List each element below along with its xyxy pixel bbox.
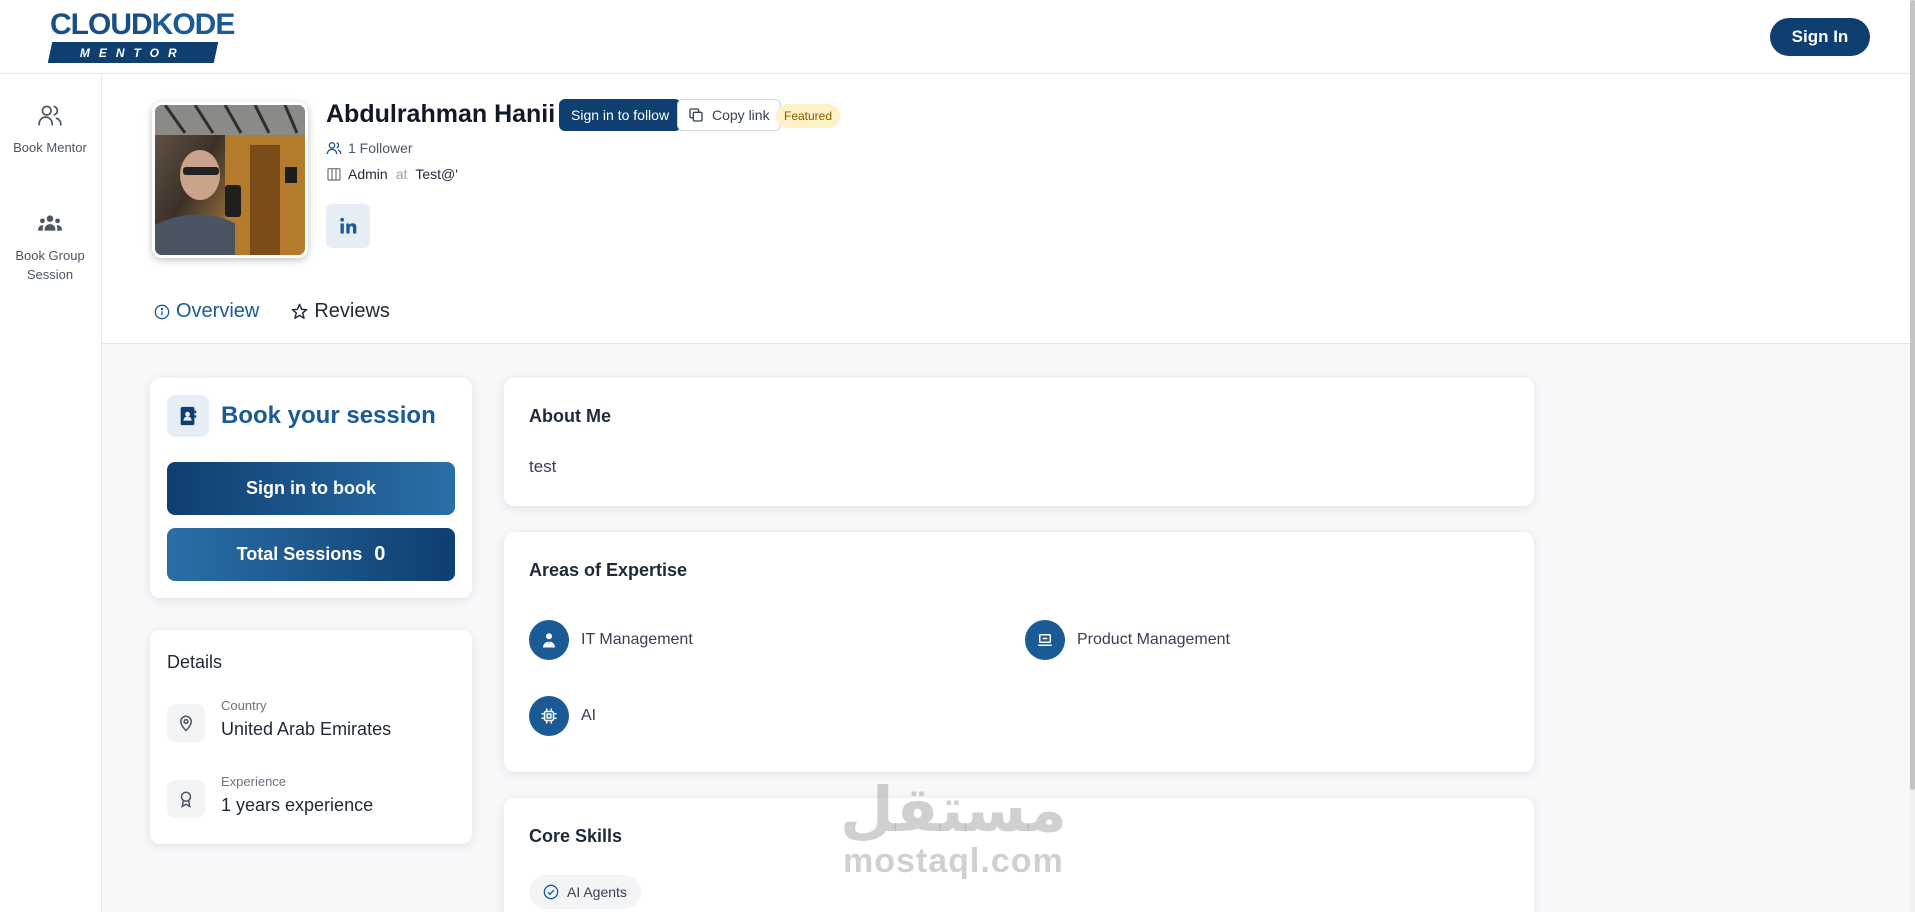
expertise-item: IT Management [529,620,693,660]
sign-in-to-book-button[interactable]: Sign in to book [167,462,455,515]
position-at: at [395,166,408,182]
position-company: Test@' [415,166,458,182]
linkedin-icon [340,217,357,234]
country-value: United Arab Emirates [221,719,392,739]
skill-label: AI Agents [567,884,627,900]
position-role: Admin [348,166,388,182]
info-icon [154,304,170,319]
experience-label: Experience [221,774,287,789]
tab-reviews-label: Reviews [314,300,390,322]
tab-overview-label: Overview [176,300,260,322]
expertise-item: Product Management [1025,620,1230,660]
skill-chip: AI Agents [529,875,641,909]
sidebar-item-book-group-session[interactable]: Book Group Session [0,210,100,284]
book-session-card: Book your session Sign in to book Total … [150,378,472,598]
copy-icon [689,108,703,122]
profile-tabs: Overview Reviews [154,300,390,323]
expertise-label: Product Management [1077,631,1230,648]
experience-row: Experience 1 years experience [167,774,373,818]
logo-sub-text: MENTOR [80,45,186,60]
sidebar-item-label: Book Mentor [13,140,87,155]
group-icon [38,215,62,231]
expertise-title: Areas of Expertise [529,560,688,580]
mostaql-watermark: مستقل mostaql.com [840,776,1067,881]
building-icon [327,168,341,181]
check-circle-icon [543,884,559,900]
copy-link-button[interactable]: Copy link [677,99,781,131]
followers-count: 1 Follower [348,140,413,156]
logo-accent-text: KODE [151,8,236,41]
users-icon [38,105,62,126]
linkedin-button[interactable] [326,204,370,248]
watermark-english: mostaql.com [843,842,1064,880]
position-row: Admin at Test@' [326,166,458,182]
expertise-item: AI [529,696,596,736]
sidebar: Book Mentor Book Group Session [0,74,102,912]
expertise-label: IT Management [581,631,693,648]
top-header: CLOUDKODE MENTOR Sign In [0,0,1910,74]
tab-overview[interactable]: Overview [154,300,259,323]
location-pin-icon [167,704,205,742]
total-sessions-label: Total Sessions [236,544,363,564]
core-skills-title: Core Skills [529,826,623,846]
about-me-title: About Me [529,406,611,426]
person-tie-icon [529,620,569,660]
logo-main-text: CLOUD [50,8,153,41]
details-card: Details Country United Arab Emirates Exp… [150,630,472,844]
sidebar-item-book-mentor[interactable]: Book Mentor [0,102,100,157]
scrollbar-thumb[interactable] [1910,0,1915,790]
profile-header: Abdulrahman Hanii Sign in to follow Copy… [102,74,1910,344]
about-me-card: About Me test [504,378,1534,506]
country-label: Country [221,698,267,713]
book-session-title: Book your session [221,402,436,429]
followers-row: 1 Follower [326,140,413,156]
star-icon [292,303,308,319]
sign-in-to-follow-button[interactable]: Sign in to follow [559,99,682,131]
experience-value: 1 years experience [221,795,374,815]
details-title: Details [167,652,223,672]
copy-link-label: Copy link [712,107,770,123]
about-me-text: test [529,457,557,476]
expertise-label: AI [581,707,597,724]
featured-badge: Featured [776,104,841,128]
page-scrollbar[interactable] [1910,0,1915,912]
areas-of-expertise-card: Areas of Expertise IT Management Product… [504,532,1534,772]
cloudkode-logo[interactable]: CLOUDKODE MENTOR [47,8,235,63]
total-sessions-display: Total Sessions 0 [167,528,455,581]
contact-book-icon [167,395,209,437]
profile-avatar [152,102,308,258]
sign-in-button[interactable]: Sign In [1770,18,1870,56]
award-icon [167,780,205,818]
total-sessions-count: 0 [374,543,386,565]
chip-icon [529,696,569,736]
laptop-icon [1025,620,1065,660]
sidebar-item-label: Book Group Session [15,248,85,282]
tab-reviews[interactable]: Reviews [291,300,390,323]
mentor-name: Abdulrahman Hanii [326,100,556,128]
watermark-arabic: مستقل [840,776,1067,845]
country-row: Country United Arab Emirates [167,698,391,742]
followers-icon [326,142,342,155]
